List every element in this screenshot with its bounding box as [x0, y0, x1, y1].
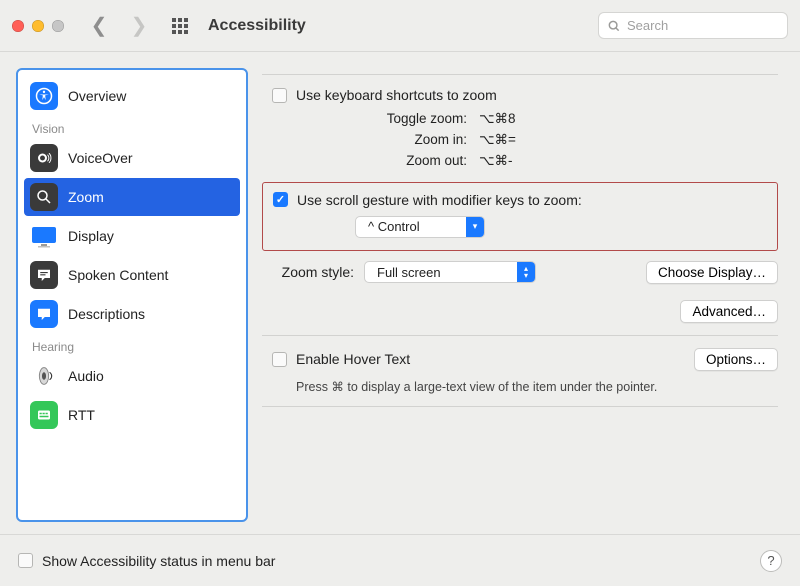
sidebar-item-overview[interactable]: Overview — [24, 77, 240, 115]
zoom-icon — [30, 183, 58, 211]
window-title: Accessibility — [208, 17, 306, 35]
scroll-gesture-label: Use scroll gesture with modifier keys to… — [297, 192, 582, 208]
sidebar-item-label: Spoken Content — [68, 267, 168, 283]
enable-hover-text-checkbox[interactable] — [272, 352, 287, 367]
hover-text-hint: Press ⌘ to display a large-text view of … — [296, 379, 778, 394]
show-status-menubar-checkbox[interactable] — [18, 553, 33, 568]
footer: Show Accessibility status in menu bar ? — [0, 534, 800, 586]
search-input[interactable]: Search — [598, 12, 788, 39]
sidebar-item-rtt[interactable]: RTT — [24, 396, 240, 434]
show-status-menubar-label: Show Accessibility status in menu bar — [42, 553, 275, 569]
sidebar-item-display[interactable]: Display — [24, 217, 240, 255]
display-icon — [30, 222, 58, 250]
zoom-style-label: Zoom style: — [262, 264, 354, 280]
sidebar-item-label: Descriptions — [68, 306, 145, 322]
sidebar-item-spoken-content[interactable]: Spoken Content — [24, 256, 240, 294]
zoom-style-select[interactable]: Full screen ▴▾ — [364, 261, 536, 283]
help-button[interactable]: ? — [760, 550, 782, 572]
section-hearing: Hearing — [24, 334, 240, 356]
sidebar-item-label: Audio — [68, 368, 104, 384]
modifier-key-select[interactable]: ^ Control ▾ — [355, 216, 485, 238]
search-placeholder: Search — [627, 18, 668, 33]
enable-hover-text-label: Enable Hover Text — [296, 351, 410, 367]
sidebar-item-label: Overview — [68, 88, 126, 104]
choose-display-button[interactable]: Choose Display… — [646, 261, 778, 284]
sidebar-item-audio[interactable]: Audio — [24, 357, 240, 395]
zoom-window-icon[interactable] — [52, 20, 64, 32]
audio-icon — [30, 362, 58, 390]
sidebar-item-label: RTT — [68, 407, 95, 423]
keyboard-shortcuts: Toggle zoom:⌥⌘8 Zoom in:⌥⌘= Zoom out:⌥⌘- — [362, 109, 778, 172]
use-keyboard-shortcuts-checkbox[interactable] — [272, 88, 287, 103]
use-keyboard-shortcuts-label: Use keyboard shortcuts to zoom — [296, 87, 497, 103]
advanced-button[interactable]: Advanced… — [680, 300, 778, 323]
show-all-prefs-icon[interactable] — [172, 18, 188, 34]
sidebar: Overview Vision VoiceOver Zoom Display S — [16, 68, 248, 522]
zoom-panel: Use keyboard shortcuts to zoom Toggle zo… — [262, 68, 784, 534]
sidebar-item-label: Display — [68, 228, 114, 244]
chevron-down-icon: ▾ — [466, 216, 484, 238]
close-window-icon[interactable] — [12, 20, 24, 32]
forward-button[interactable]: ❯ — [124, 13, 154, 38]
minimize-window-icon[interactable] — [32, 20, 44, 32]
spoken-content-icon — [30, 261, 58, 289]
back-button[interactable]: ❮ — [84, 13, 114, 38]
window-controls — [12, 20, 64, 32]
rtt-icon — [30, 401, 58, 429]
sidebar-item-zoom[interactable]: Zoom — [24, 178, 240, 216]
scroll-gesture-checkbox[interactable]: ✓ — [273, 192, 288, 207]
scroll-gesture-group: ✓ Use scroll gesture with modifier keys … — [262, 182, 778, 251]
titlebar: ❮ ❯ Accessibility Search — [0, 0, 800, 52]
sidebar-item-label: VoiceOver — [68, 150, 133, 166]
hover-text-options-button[interactable]: Options… — [694, 348, 778, 371]
accessibility-icon — [30, 82, 58, 110]
section-vision: Vision — [24, 116, 240, 138]
sidebar-item-voiceover[interactable]: VoiceOver — [24, 139, 240, 177]
voiceover-icon — [30, 144, 58, 172]
descriptions-icon — [30, 300, 58, 328]
sidebar-item-descriptions[interactable]: Descriptions — [24, 295, 240, 333]
search-icon — [607, 19, 621, 33]
chevron-updown-icon: ▴▾ — [517, 261, 535, 283]
sidebar-item-label: Zoom — [68, 189, 104, 205]
